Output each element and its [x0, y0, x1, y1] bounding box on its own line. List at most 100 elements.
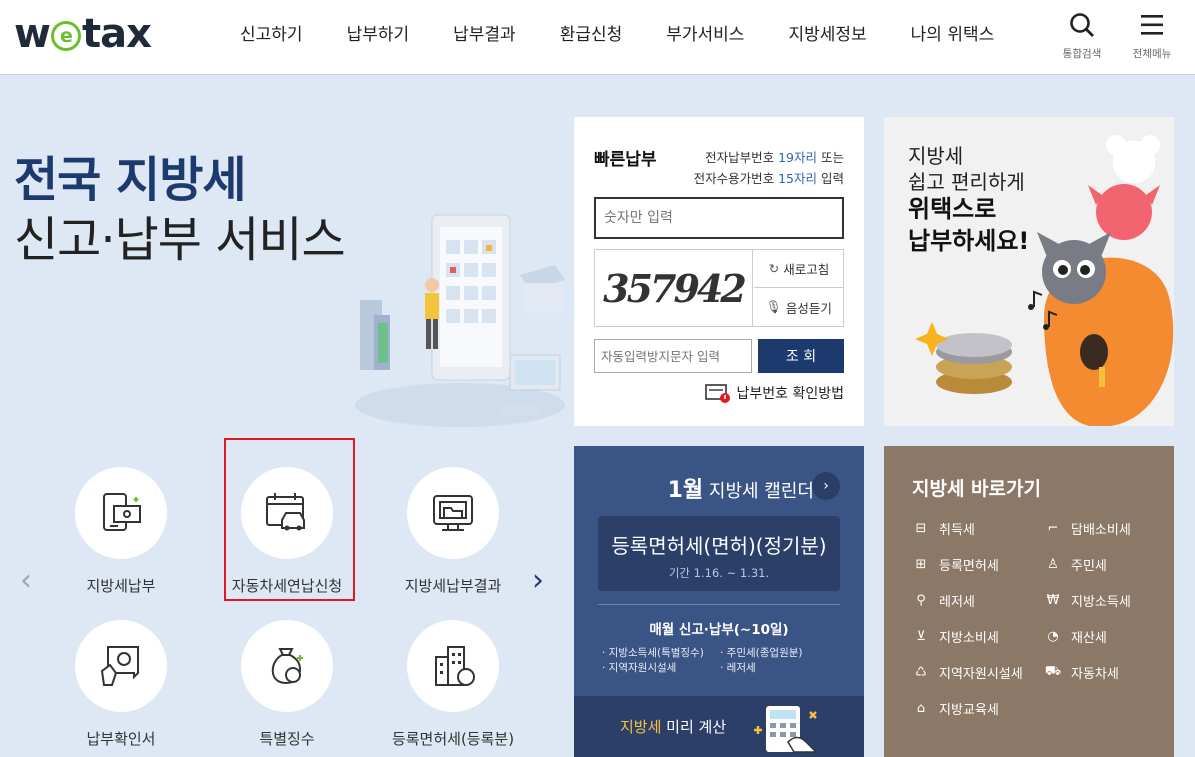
services-next-arrow[interactable]: ›	[532, 563, 544, 598]
shortcut-resident-tax[interactable]: ♙ 주민세	[1044, 555, 1162, 574]
logo-e-mark: e	[50, 21, 81, 51]
pay-info-text: 또는	[817, 150, 844, 165]
service-car-tax-annual-label: 자동차세연납신청	[231, 577, 343, 595]
hero-title-line2: 신고·납부 서비스	[14, 212, 346, 268]
shortcut-label: 지방소비세	[939, 631, 999, 646]
special-collection-icon	[271, 648, 303, 685]
payment-number-help-label: 납부번호 확인방법	[736, 386, 845, 402]
shortcut-vehicle-tax[interactable]: ⛟ 자동차세	[1044, 663, 1162, 682]
service-payment-certificate-circle	[75, 620, 167, 712]
calendar-month: 1월	[667, 478, 704, 503]
promo-banner[interactable]: 지방세 쉽고 편리하게 위택스로 납부하세요!	[884, 117, 1174, 426]
shortcut-registration-license-tax[interactable]: ⊞ 등록면허세	[912, 555, 1044, 574]
nav-refund[interactable]: 환급신청	[560, 20, 623, 45]
chevron-right-icon: ›	[823, 478, 829, 494]
shortcut-local-education-tax[interactable]: ⌂ 지방교육세	[912, 699, 1044, 718]
shortcut-title: 지방세 바로가기	[912, 478, 1041, 500]
service-registration-tax[interactable]: 등록면허세(등록분)	[383, 620, 523, 749]
shortcut-regional-resource-tax[interactable]: ♺ 지역자원시설세	[912, 663, 1044, 682]
captcha-box: 357942 ↻ 새로고침 🎙 음성듣기	[594, 249, 844, 327]
shortcut-grid: ⊟ 취득세 ⌐ 담배소비세 ⊞ 등록면허세 ♙ 주민세 ⚲ 레저세 ₩ 지방소득세 ⊻ 지방소…	[912, 519, 1162, 718]
calculator-icon	[754, 706, 818, 753]
calendar-event-title: 등록면허세(면허)(정기분)	[611, 534, 827, 558]
shortcut-label: 자동차세	[1071, 667, 1119, 682]
captcha-refresh-button[interactable]: ↻ 새로고침	[754, 250, 844, 288]
leisure-tax-icon: ⚲	[916, 593, 926, 608]
nav-extra-services[interactable]: 부가서비스	[666, 20, 744, 45]
captcha-text: 357942	[603, 265, 747, 311]
registration-license-tax-icon: ⊞	[915, 557, 927, 572]
tax-calculator-text: 미리 계산	[661, 718, 727, 736]
search-label: 통합검색	[1062, 48, 1102, 60]
service-registration-tax-circle	[407, 620, 499, 712]
shortcut-label: 지역자원시설세	[939, 667, 1023, 682]
calendar-next-button[interactable]: ›	[812, 472, 840, 500]
pay-info-highlight: 15자리	[778, 171, 818, 186]
service-special-collection-circle	[241, 620, 333, 712]
hero-illustration	[355, 214, 565, 427]
calendar-header: 1월 지방세 캘린더	[574, 472, 814, 504]
calendar-title: 지방세 캘린더	[703, 481, 814, 502]
calendar-monthly-item: · 지역자원시설세	[602, 662, 677, 674]
calendar-monthly-item: · 지방소득세(특별징수)	[602, 647, 704, 659]
site-header: w e tax 신고하기 납부하기 납부결과 환급신청 부가서비스 지방세정보 나의…	[0, 0, 1195, 75]
service-car-tax-annual-circle	[241, 467, 333, 559]
hamburger-menu-icon	[1141, 15, 1163, 35]
nav-payment-result[interactable]: 납부결과	[453, 20, 516, 45]
nav-my-wetax[interactable]: 나의 위택스	[911, 20, 995, 45]
service-car-tax-annual[interactable]: 자동차세연납신청	[217, 467, 357, 596]
microphone-icon: 🎙	[766, 299, 782, 314]
quick-pay-title: 빠른납부	[594, 150, 657, 170]
all-menu-button[interactable]: 전체메뉴	[1122, 12, 1182, 61]
service-payment-result[interactable]: 지방세납부결과	[383, 467, 523, 596]
shortcut-property-tax[interactable]: ◔ 재산세	[1044, 627, 1162, 646]
search-icon	[1070, 13, 1094, 37]
pay-info-text: 전자납부번호	[705, 150, 779, 165]
quick-pay-info: 전자납부번호 19자리 또는 전자수용가번호 15자리 입력	[694, 147, 844, 189]
shortcut-local-income-tax[interactable]: ₩ 지방소득세	[1044, 591, 1162, 610]
search-button[interactable]: 통합검색	[1052, 12, 1112, 61]
car-tax-annual-icon	[266, 493, 305, 531]
nav-report[interactable]: 신고하기	[240, 20, 303, 45]
shortcut-local-consumption-tax[interactable]: ⊻ 지방소비세	[912, 627, 1044, 646]
service-payment-certificate-label: 납부확인서	[86, 730, 156, 748]
shortcut-leisure-tax[interactable]: ⚲ 레저세	[912, 591, 1044, 610]
all-menu-label: 전체메뉴	[1132, 48, 1172, 60]
service-tax-payment-label: 지방세납부	[86, 577, 156, 595]
payment-number-help-link[interactable]: 납부번호 확인방법	[704, 383, 845, 403]
payment-number-input[interactable]	[594, 197, 844, 239]
logo-text-tax: tax	[81, 11, 152, 57]
shortcut-tobacco-tax[interactable]: ⌐ 담배소비세	[1044, 519, 1162, 538]
tax-calculator-link[interactable]: 지방세 미리 계산	[574, 696, 864, 757]
service-special-collection[interactable]: 특별징수	[217, 620, 357, 749]
payment-result-icon	[433, 495, 473, 531]
shortcut-label: 취득세	[939, 523, 975, 538]
calendar-event[interactable]: 등록면허세(면허)(정기분) 기간 1.16. ~ 1.31.	[598, 516, 840, 591]
property-tax-icon: ◔	[1047, 629, 1059, 644]
resident-tax-icon: ♙	[1047, 557, 1059, 572]
nav-local-tax-info[interactable]: 지방세정보	[788, 20, 866, 45]
service-registration-tax-label: 등록면허세(등록분)	[391, 730, 515, 748]
calendar-divider	[598, 604, 840, 605]
local-income-tax-icon: ₩	[1046, 593, 1060, 608]
regional-resource-tax-icon: ♺	[915, 665, 927, 680]
captcha-input[interactable]	[594, 339, 752, 373]
service-tax-payment[interactable]: 지방세납부	[51, 467, 191, 596]
nav-pay[interactable]: 납부하기	[347, 20, 410, 45]
payment-certificate-icon	[100, 646, 139, 686]
quick-pay-search-button[interactable]: 조 회	[758, 339, 844, 373]
local-consumption-tax-icon: ⊻	[916, 629, 926, 644]
service-payment-result-circle	[407, 467, 499, 559]
tax-payment-icon	[103, 493, 141, 531]
service-payment-certificate[interactable]: 납부확인서	[51, 620, 191, 749]
service-special-collection-label: 특별징수	[259, 730, 315, 748]
captcha-audio-button[interactable]: 🎙 음성듣기	[754, 288, 844, 326]
services-prev-arrow[interactable]: ‹	[20, 563, 32, 598]
shortcut-acquisition-tax[interactable]: ⊟ 취득세	[912, 519, 1044, 538]
pay-info-highlight: 19자리	[778, 150, 818, 165]
wetax-logo[interactable]: w e tax	[14, 11, 152, 57]
service-payment-result-label: 지방세납부결과	[404, 577, 502, 595]
shortcut-label: 주민세	[1071, 559, 1107, 574]
shortcut-label: 재산세	[1071, 631, 1107, 646]
shortcut-label: 등록면허세	[939, 559, 999, 574]
